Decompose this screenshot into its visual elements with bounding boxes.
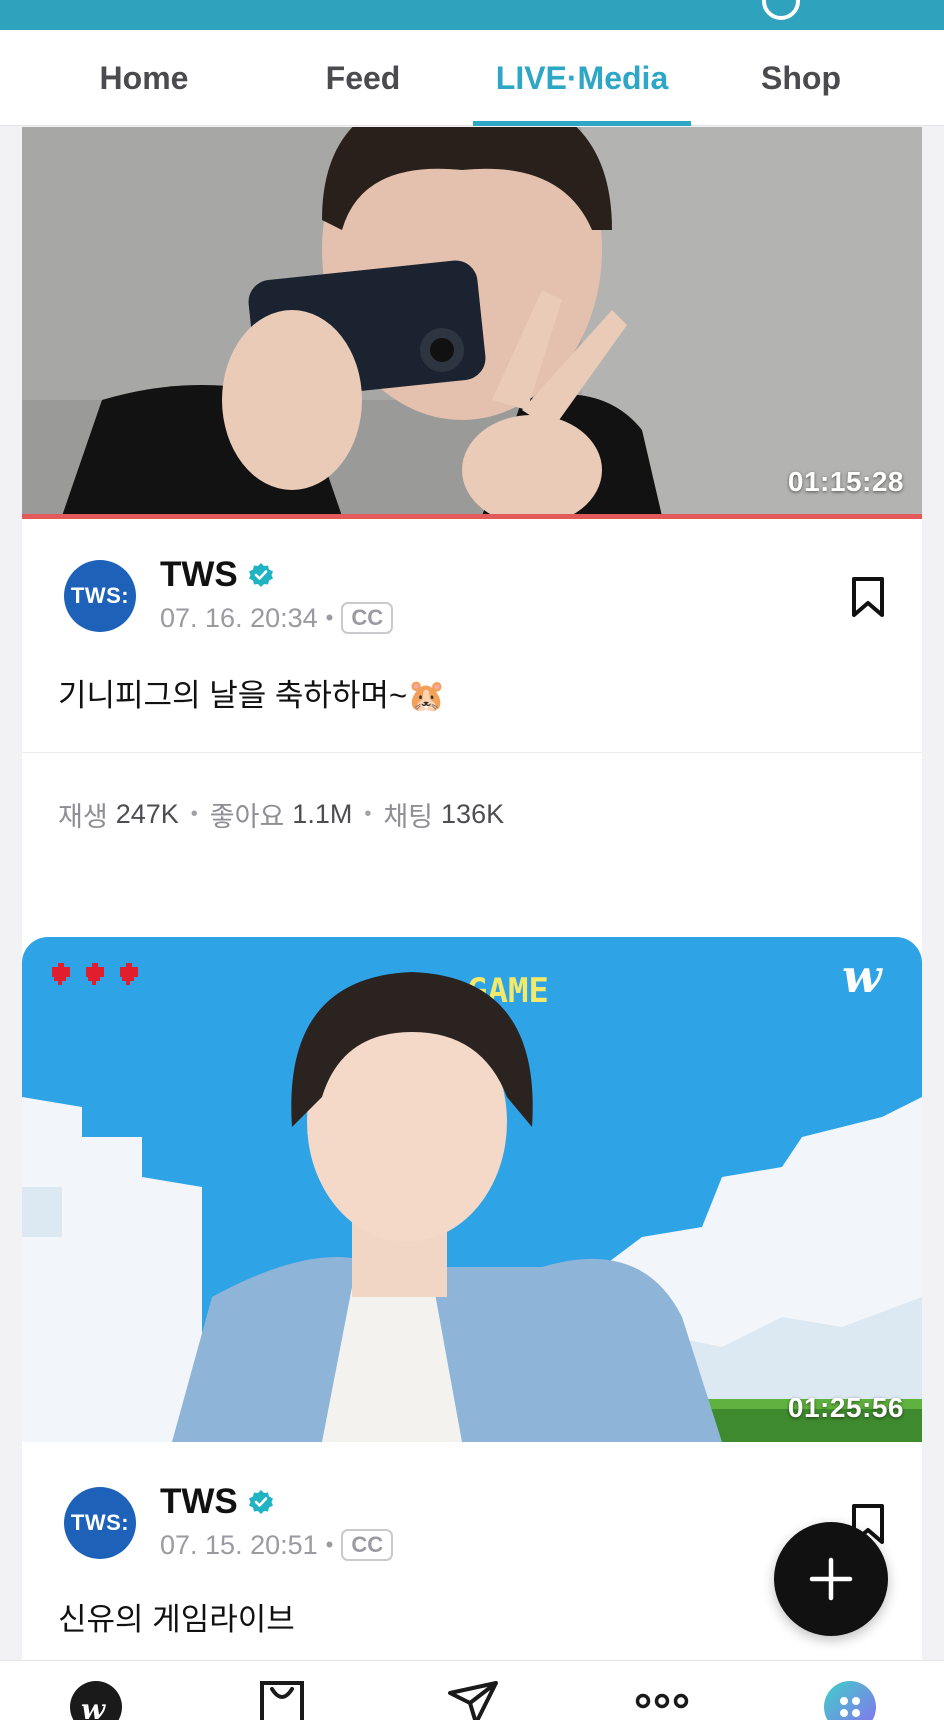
media-feed: 01:15:28 TWS: TWS 07. 16. 20:34 • CC 기니피…: [0, 127, 944, 1660]
plays-label: 재생: [58, 802, 108, 832]
likes-count: 1.1M: [292, 799, 353, 829]
video-thumbnail[interactable]: 01:15:28: [22, 127, 922, 516]
media-card: 01:15:28 TWS: TWS 07. 16. 20:34 • CC 기니피…: [22, 127, 922, 1028]
tab-feed[interactable]: Feed: [254, 30, 472, 126]
apps-icon[interactable]: [822, 1679, 878, 1720]
video-thumbnail[interactable]: GAME w 01:25:56: [22, 937, 922, 1442]
profile-icon[interactable]: [762, 0, 800, 20]
watch-progress-bar: [22, 514, 922, 519]
chats-count: 136K: [441, 799, 505, 829]
tab-home[interactable]: Home: [35, 30, 253, 126]
weverse-logo: w: [842, 949, 883, 1003]
chats-label: 채팅: [383, 802, 434, 832]
shop-bag-icon[interactable]: [254, 1679, 310, 1720]
likes-label: 좋아요: [209, 802, 285, 832]
avatar[interactable]: TWS:: [64, 560, 136, 632]
author-name[interactable]: TWS: [160, 1482, 238, 1522]
post-meta: 07. 15. 20:51 • CC: [160, 1529, 394, 1561]
avatar[interactable]: TWS:: [64, 1487, 136, 1559]
svg-text:w: w: [81, 1693, 106, 1720]
post-title[interactable]: 신유의 게임라이브: [58, 1594, 295, 1639]
thumbnail-image: GAME w: [22, 937, 922, 1442]
post-meta: 07. 16. 20:34 • CC: [160, 602, 394, 634]
stats-separator: •: [364, 803, 372, 825]
send-icon[interactable]: [446, 1679, 502, 1720]
post-stats: 재생 247K • 좋아요 1.1M • 채팅 136K: [58, 795, 504, 834]
post-date: 07. 16. 20:34: [160, 602, 318, 633]
card-divider: [22, 752, 922, 753]
status-bar: [0, 0, 944, 30]
post-title[interactable]: 기니피그의 날을 축하하며~🐹: [58, 670, 446, 715]
create-post-button[interactable]: [774, 1522, 888, 1636]
verified-icon: [249, 563, 273, 587]
tab-live-media[interactable]: LIVE·Media: [473, 30, 691, 126]
video-duration: 01:15:28: [787, 466, 904, 497]
video-duration: 01:25:56: [787, 1392, 904, 1423]
bookmark-icon[interactable]: [848, 575, 888, 619]
tab-bar: Home Feed LIVE·Media Shop: [0, 30, 944, 126]
plays-count: 247K: [115, 799, 179, 829]
weverse-home-icon[interactable]: w: [68, 1679, 124, 1720]
author-name[interactable]: TWS: [160, 555, 238, 595]
thumbnail-image: [22, 127, 922, 516]
bottom-navigation: w: [0, 1660, 944, 1720]
cc-badge: CC: [341, 602, 394, 634]
cc-badge: CC: [341, 1529, 394, 1561]
post-date: 07. 15. 20:51: [160, 1529, 318, 1560]
meta-separator: •: [325, 1532, 334, 1557]
more-icon[interactable]: [634, 1679, 690, 1720]
plus-icon: [809, 1557, 853, 1601]
tab-shop[interactable]: Shop: [692, 30, 910, 126]
meta-separator: •: [325, 605, 334, 630]
stats-separator: •: [190, 803, 198, 825]
verified-icon: [249, 1490, 273, 1514]
